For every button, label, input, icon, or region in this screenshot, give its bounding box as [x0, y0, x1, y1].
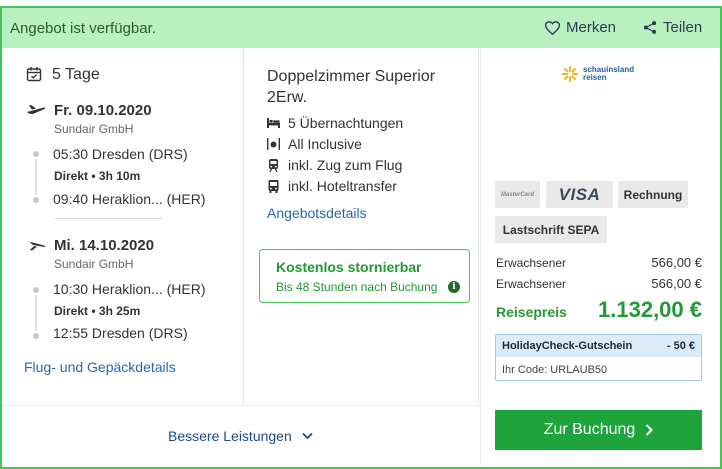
total-price: 1.132,00 €	[598, 297, 702, 322]
voucher-box: HolidayCheck-Gutschein - 50 € Ihr Code: …	[495, 334, 702, 381]
better-services-link[interactable]: Bessere Leistungen	[168, 428, 313, 444]
cancellation-title: Kostenlos stornierbar	[276, 259, 422, 275]
availability-bar: Angebot ist verfügbar. Merken Teilen	[2, 8, 720, 48]
outbound-departure: 05:30 Dresden (DRS)	[53, 146, 188, 162]
outbound-departure-dot	[33, 151, 39, 157]
return-direct: Direkt • 3h 25m	[54, 304, 141, 318]
sun-logo-icon	[562, 66, 578, 82]
feature-nights: 5 Übernachtungen	[267, 115, 403, 131]
outbound-carrier: Sundair GmbH	[54, 122, 134, 136]
chevron-right-icon	[646, 424, 654, 436]
offer-column: Doppelzimmer Superior 2Erw. 5 Übernachtu…	[245, 48, 479, 405]
info-icon[interactable]: i	[448, 281, 460, 293]
flight-divider	[55, 218, 162, 219]
outbound-direct: Direkt • 3h 10m	[54, 169, 141, 183]
share-button[interactable]: Teilen	[643, 19, 702, 36]
voucher-title: HolidayCheck-Gutschein	[502, 340, 633, 352]
traveller-label-2: Erwachsener	[496, 277, 567, 291]
sepa-badge: Lastschrift SEPA	[495, 216, 607, 243]
traveller-price-2: 566,00 €	[651, 276, 702, 291]
traveller-label-1: Erwachsener	[496, 256, 567, 270]
plane-arrival-icon	[27, 241, 46, 251]
footer-bar: Bessere Leistungen	[2, 405, 480, 465]
bus-icon	[267, 179, 280, 193]
cancellation-subtitle: Bis 48 Stunden nach Buchung	[276, 280, 438, 294]
visa-badge: VISA	[546, 181, 613, 208]
heart-icon	[545, 20, 560, 35]
cutlery-icon	[267, 138, 280, 150]
room-title: Doppelzimmer Superior 2Erw.	[267, 68, 436, 106]
flight-column: 5 Tage Fr. 09.10.2020 Sundair GmbH 05:30…	[2, 48, 244, 405]
calendar-icon	[26, 67, 42, 82]
operator-logo: schauinsland reisen	[561, 65, 634, 83]
train-icon	[267, 158, 280, 172]
better-services-label: Bessere Leistungen	[168, 428, 292, 444]
voucher-amount: - 50 €	[666, 340, 695, 352]
mastercard-badge: MasterCard	[495, 181, 540, 208]
bed-icon	[267, 118, 280, 128]
offer-card: Angebot ist verfügbar. Merken Teilen 5 T…	[0, 6, 722, 469]
outbound-arrival-dot	[33, 197, 39, 203]
return-departure-dot	[33, 287, 39, 293]
feature-transfer: inkl. Hoteltransfer	[267, 178, 397, 194]
plane-departure-icon	[27, 105, 46, 114]
return-arrival: 12:55 Dresden (DRS)	[53, 325, 188, 341]
total-label: Reisepreis	[496, 304, 567, 320]
return-departure: 10:30 Heraklion... (HER)	[53, 281, 206, 297]
voucher-code: Ihr Code: URLAUB50	[502, 364, 608, 376]
traveller-price-1: 566,00 €	[651, 255, 702, 270]
outbound-arrival: 09:40 Heraklion... (HER)	[53, 191, 206, 207]
return-carrier: Sundair GmbH	[54, 257, 134, 271]
chevron-down-icon	[302, 432, 313, 440]
free-cancellation-box: Kostenlos stornierbar Bis 48 Stunden nac…	[259, 249, 470, 303]
return-timeline	[35, 295, 37, 331]
operator-name-line2: reisen	[583, 73, 607, 82]
outbound-date: Fr. 09.10.2020	[54, 102, 152, 119]
invoice-badge: Rechnung	[618, 181, 688, 208]
outbound-timeline	[35, 159, 37, 195]
trip-duration: 5 Tage	[52, 66, 100, 83]
return-arrival-dot	[33, 333, 39, 339]
save-button[interactable]: Merken	[545, 19, 616, 36]
share-label: Teilen	[663, 19, 703, 36]
feature-board: All Inclusive	[267, 136, 362, 152]
price-column: schauinsland reisen MasterCard VISA Rech…	[480, 48, 720, 465]
flight-details-link[interactable]: Flug- und Gepäckdetails	[24, 359, 176, 375]
availability-text: Angebot ist verfügbar.	[10, 20, 156, 37]
share-icon	[643, 21, 657, 34]
return-date: Mi. 14.10.2020	[54, 237, 155, 254]
save-label: Merken	[566, 19, 617, 36]
offer-details-link[interactable]: Angebotsdetails	[267, 205, 367, 221]
book-button[interactable]: Zur Buchung	[495, 410, 702, 450]
feature-train: inkl. Zug zum Flug	[267, 157, 402, 173]
book-label: Zur Buchung	[543, 421, 636, 438]
